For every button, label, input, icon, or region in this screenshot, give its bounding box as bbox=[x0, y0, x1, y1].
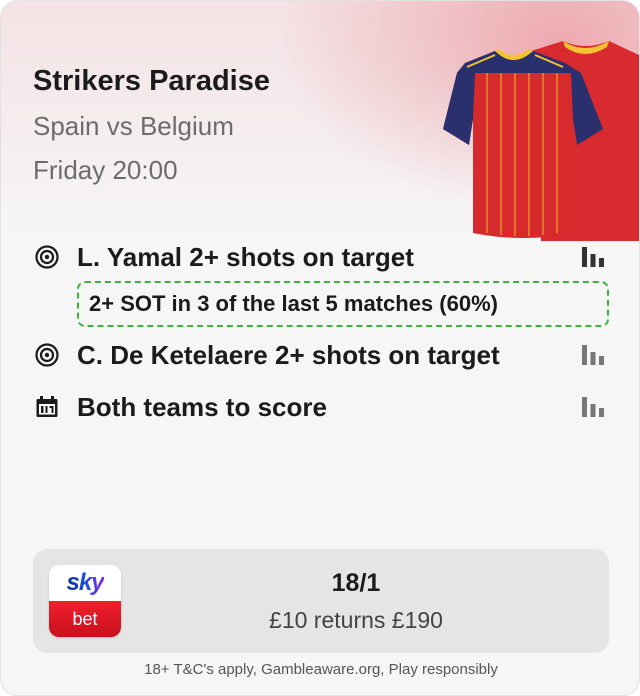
selection-item[interactable]: C. De Ketelaere 2+ shots on target bbox=[33, 335, 609, 375]
selections-list: L. Yamal 2+ shots on target 2+ SOT in 3 … bbox=[33, 237, 609, 427]
bar-chart-icon[interactable] bbox=[581, 245, 605, 269]
target-icon bbox=[33, 243, 61, 271]
selection-item[interactable]: L. Yamal 2+ shots on target bbox=[33, 237, 609, 277]
spain-kit-image bbox=[443, 41, 639, 241]
odds-panel[interactable]: sky bet 18/1 £10 returns £190 bbox=[33, 549, 609, 653]
bet-builder-card[interactable]: Strikers Paradise Spain vs Belgium Frida… bbox=[0, 0, 640, 696]
stat-highlight: 2+ SOT in 3 of the last 5 matches (60%) bbox=[77, 281, 609, 327]
bar-chart-icon[interactable] bbox=[581, 395, 605, 419]
bar-chart-icon[interactable] bbox=[581, 343, 605, 367]
returns-text: £10 returns £190 bbox=[269, 607, 443, 633]
kickoff-time: Friday 20:00 bbox=[33, 155, 178, 185]
selection-item[interactable]: Both teams to score bbox=[33, 387, 609, 427]
match-name: Spain vs Belgium bbox=[33, 111, 234, 141]
odds-value: 18/1 bbox=[331, 569, 381, 597]
selection-label: C. De Ketelaere 2+ shots on target bbox=[77, 339, 500, 370]
selection-label: Both teams to score bbox=[77, 391, 327, 422]
card-title: Strikers Paradise bbox=[33, 65, 270, 97]
target-icon bbox=[33, 341, 61, 369]
selection-label: L. Yamal 2+ shots on target bbox=[77, 241, 414, 272]
card-header: Strikers Paradise Spain vs Belgium Frida… bbox=[33, 61, 270, 187]
calendar-icon bbox=[33, 393, 61, 421]
responsible-gambling-disclaimer: 18+ T&C's apply, Gambleaware.org, Play r… bbox=[144, 661, 498, 678]
